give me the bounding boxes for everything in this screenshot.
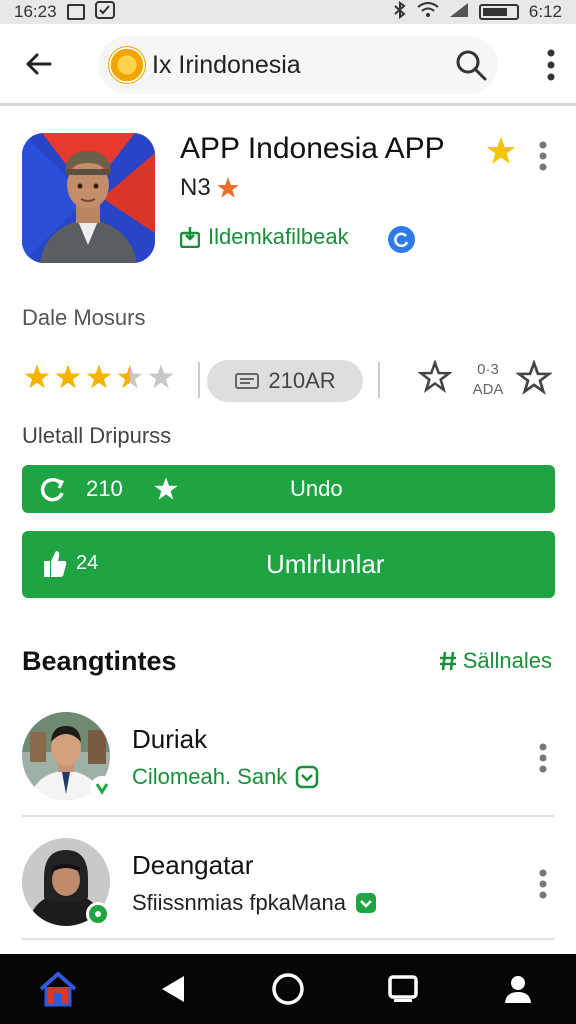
nav-back-button[interactable] bbox=[149, 965, 197, 1013]
signal-icon bbox=[449, 2, 469, 23]
app-subtitle: N3 bbox=[180, 174, 241, 202]
divider bbox=[378, 362, 380, 398]
primary-count: 210 bbox=[86, 476, 123, 501]
wifi-icon bbox=[417, 1, 439, 23]
status-time: 16:23 bbox=[14, 2, 57, 21]
star-filled-icon bbox=[86, 364, 112, 389]
primary-action-button[interactable]: 210 Undo bbox=[22, 465, 555, 513]
sparkle-icon bbox=[439, 651, 456, 671]
nav-circle-home-button[interactable] bbox=[264, 965, 312, 1013]
detail-label: Uletall Dripurss bbox=[22, 423, 172, 448]
section-link-text: Sällnales bbox=[462, 648, 552, 673]
circle-home-icon bbox=[272, 973, 304, 1005]
app-icon bbox=[22, 133, 155, 263]
search-bar[interactable]: Ix Irindonesia bbox=[98, 36, 498, 94]
notification-icon bbox=[66, 4, 85, 20]
back-button[interactable] bbox=[18, 44, 58, 84]
item-name: Deangatar bbox=[132, 850, 254, 880]
star-empty-icon bbox=[148, 364, 174, 389]
check-badge-icon bbox=[355, 893, 376, 913]
item-subtitle-text: Sfiissnmias fpkaMana bbox=[132, 890, 346, 915]
search-query: Ix Irindonesia bbox=[152, 50, 301, 79]
search-icon[interactable] bbox=[454, 48, 488, 82]
developer-link[interactable]: Ildemkafilbeak bbox=[180, 224, 349, 250]
recents-icon bbox=[388, 975, 418, 1002]
bluetooth-icon bbox=[393, 0, 407, 24]
more-vert-icon[interactable] bbox=[546, 48, 556, 82]
back-arrow-icon bbox=[26, 53, 52, 74]
nav-profile-button[interactable] bbox=[494, 965, 542, 1013]
avatar-badge-icon bbox=[90, 776, 114, 800]
mini-info-top: 0·3 bbox=[477, 361, 499, 378]
refresh-icon bbox=[40, 477, 65, 502]
section-title: Beangtintes bbox=[22, 646, 177, 676]
system-nav-bar bbox=[0, 954, 576, 1024]
more-vert-icon[interactable] bbox=[537, 140, 549, 172]
mini-info: 0·3 ADA bbox=[466, 360, 510, 400]
person-icon bbox=[505, 976, 532, 1003]
thumb-up-icon bbox=[44, 551, 67, 577]
app-title: APP Indonesia APP bbox=[180, 132, 445, 165]
avatar-badge-icon bbox=[86, 902, 110, 926]
brand-logo-icon bbox=[108, 46, 146, 84]
review-count-chip[interactable]: 210AR bbox=[207, 360, 363, 402]
star-icon bbox=[216, 177, 239, 198]
app-subtitle-text: N3 bbox=[180, 174, 211, 201]
section-see-all-link[interactable]: Sällnales bbox=[439, 648, 552, 674]
list-item[interactable]: Deangatar Sfiissnmias fpkaMana bbox=[0, 832, 576, 944]
star-icon bbox=[486, 136, 516, 164]
star-outline-icon[interactable] bbox=[418, 360, 452, 394]
list-item[interactable]: Duriak Cilomeah. Sank bbox=[0, 706, 576, 818]
item-subtitle: Cilomeah. Sank bbox=[132, 764, 319, 790]
star-filled-icon bbox=[24, 364, 50, 389]
battery-icon bbox=[478, 4, 519, 20]
verified-icon bbox=[388, 226, 415, 253]
star-icon bbox=[154, 477, 178, 500]
rating-stars bbox=[22, 362, 176, 392]
star-filled-icon bbox=[55, 364, 81, 389]
mini-info-bottom: ADA bbox=[472, 381, 504, 398]
nav-recents-button[interactable] bbox=[379, 965, 427, 1013]
secondary-count: 24 bbox=[76, 552, 99, 574]
check-notification-icon bbox=[94, 0, 115, 24]
check-badge-icon bbox=[296, 765, 319, 789]
item-name: Duriak bbox=[132, 724, 208, 754]
list-divider bbox=[22, 815, 554, 817]
review-count: 210AR bbox=[268, 368, 336, 393]
star-half-icon bbox=[117, 364, 143, 389]
item-subtitle-text: Cilomeah. Sank bbox=[132, 764, 288, 789]
home-icon bbox=[39, 971, 76, 1007]
app-bar: Ix Irindonesia bbox=[0, 24, 576, 106]
star-outline-icon[interactable] bbox=[516, 360, 552, 396]
primary-label: Undo bbox=[290, 476, 343, 501]
item-subtitle: Sfiissnmias fpkaMana bbox=[132, 890, 378, 916]
status-bar: 16:23 6:12 bbox=[0, 0, 576, 24]
reviews-icon bbox=[235, 373, 260, 389]
divider bbox=[198, 362, 200, 398]
download-icon bbox=[180, 227, 200, 248]
more-vert-icon[interactable] bbox=[537, 742, 549, 774]
back-triangle-icon bbox=[161, 976, 184, 1002]
secondary-label: Umlrlunlar bbox=[266, 549, 385, 579]
nav-home-button[interactable] bbox=[34, 965, 82, 1013]
more-vert-icon[interactable] bbox=[537, 868, 549, 900]
list-divider bbox=[22, 938, 554, 940]
secondary-action-button[interactable]: 24 Umlrlunlar bbox=[22, 531, 555, 598]
status-clock: 6:12 bbox=[528, 2, 562, 21]
meta-label: Dale Mosurs bbox=[22, 305, 146, 330]
developer-name: Ildemkafilbeak bbox=[208, 224, 349, 249]
